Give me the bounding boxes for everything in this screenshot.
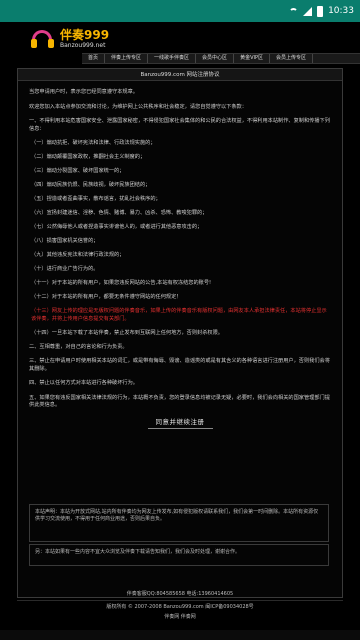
- footer-links[interactable]: 伴奏网 伴奏网: [0, 613, 360, 620]
- nav-item-gold-vip[interactable]: 黄金VIP区: [234, 54, 270, 63]
- agreement-intro: 当您申请用户时，表示您已经同意遵守本规章。: [29, 89, 138, 95]
- nav-item-top-singers[interactable]: 一线歌手伴奏区: [148, 54, 197, 63]
- footer-contact: 伴奏客服QQ:804585658 电话:13960414605: [126, 591, 234, 597]
- agreement-item: （十二）对于本站的所有用户，都要无条件遵守网站的任何规定！: [31, 294, 182, 300]
- bottom-strip: [0, 630, 360, 640]
- agreement-item: （四）煽动民族仇恨、民族歧视，破坏民族团结的；: [31, 182, 151, 188]
- nav-item-upload[interactable]: 伴奏上传专区: [105, 54, 149, 63]
- battery-icon: [317, 5, 324, 17]
- agreement-item: （十）进行商业广告行为的。: [31, 266, 99, 272]
- headphones-icon: [30, 28, 56, 50]
- agreement-item: （八）损害国家机关信誉的；: [31, 238, 99, 244]
- agreement-section-2: 二、互相尊重，对自己的言论和行为负责。: [29, 343, 128, 350]
- status-bar: 10:33: [0, 0, 360, 22]
- nav-item-member-center[interactable]: 会员中心区: [196, 54, 235, 63]
- footer-divider: [17, 600, 343, 601]
- agreement-section-4: 四、禁止以任何方式对本站进行各种破坏行为。: [29, 380, 138, 386]
- agreement-item: （五）捏造或者歪曲事实，散布谣言，扰乱社会秩序的；: [31, 196, 161, 202]
- agreement-item: （十四）一旦本站下载了本站伴奏，禁止发布到互联网上任何地方，否则封杀权限。: [31, 329, 223, 336]
- agreement-item: （一）煽动抗拒、破坏宪法和法律、行政法规实施的；: [31, 140, 156, 146]
- agreement-item-copyright: （十三）网友上传的理应是无版权问题的伴奏音乐，如果上传的伴奏音乐有版权问题，由网…: [31, 308, 327, 322]
- nav-item-member-upload[interactable]: 会员上传专区: [270, 54, 313, 63]
- agreement-content: 当您申请用户时，表示您已经同意遵守本规章。 欢迎您加入本站点参加交流和讨论，为维…: [18, 81, 342, 429]
- agreement-item: （二）煽动颠覆国家政权，推翻社会主义制度的；: [31, 154, 146, 160]
- status-time: 10:33: [328, 6, 354, 16]
- agreement-item: （十一）对于本站的所有用户，如果您违反网站的公告,本站有权冻结您的账号!: [31, 280, 212, 286]
- agree-continue-button[interactable]: 同意并继续注册: [147, 417, 213, 429]
- agreement-section-5: 五、如果您有违反国家相关法律法规的行为，本站概不负责，您的登录信息均被记录无疑，…: [29, 394, 330, 409]
- agreement-welcome: 欢迎您加入本站点参加交流和讨论，为维护网上公共秩序和社会稳定，请您自觉遵守以下条…: [29, 103, 247, 110]
- panel-title: Banzou999.com 网站注册协议: [18, 69, 342, 81]
- agreement-item: （九）其他违反宪法和法律行政法规的；: [31, 252, 125, 258]
- main-nav: 首页 伴奏上传专区 一线歌手伴奏区 会员中心区 黄金VIP区 会员上传专区: [82, 53, 360, 64]
- agreement-item: （七）公然侮辱他人或者捏造事实诽谤他人的，或者进行其他恶意攻击的；: [31, 224, 203, 230]
- agreement-section-1: 一、不得利用本站危害国家安全、泄露国家秘密，不得侵犯国家社会集体的和公民的合法权…: [29, 118, 330, 132]
- wifi-icon: [289, 8, 299, 14]
- agreement-item: （三）煽动分裂国家、破坏国家统一的；: [31, 168, 125, 174]
- agreement-item: （六）宣扬封建迷信、淫秽、色情、赌博、暴力、凶杀、恐怖、教唆犯罪的；: [31, 210, 208, 216]
- site-notice: 另：本站如果有一些内容不宜大众浏览及伴奏下载请告知我们，我们会及时处理，谢谢合作…: [29, 544, 329, 566]
- nav-item-home[interactable]: 首页: [82, 54, 106, 63]
- site-logo[interactable]: 伴奏999 Banzou999.net: [30, 28, 109, 50]
- site-header: 伴奏999 Banzou999.net: [0, 22, 360, 56]
- logo-name: 伴奏999: [60, 28, 110, 42]
- logo-domain: Banzou999.net: [60, 42, 106, 49]
- footer-copyright: 版权所有 © 2007-2008 Banzou999.com 闽ICP备0903…: [106, 604, 254, 610]
- site-disclaimer: 本站声明：本站为开放式网站,站内所有伴奏均为网友上传发布,如有侵犯版权请联系我们…: [29, 504, 329, 542]
- signal-icon: [303, 6, 313, 16]
- agreement-section-3: 三、禁止在申请用户时使用相关本站的词汇，或是带有侮辱、毁谤、造谣类的或是有其含义…: [29, 358, 330, 372]
